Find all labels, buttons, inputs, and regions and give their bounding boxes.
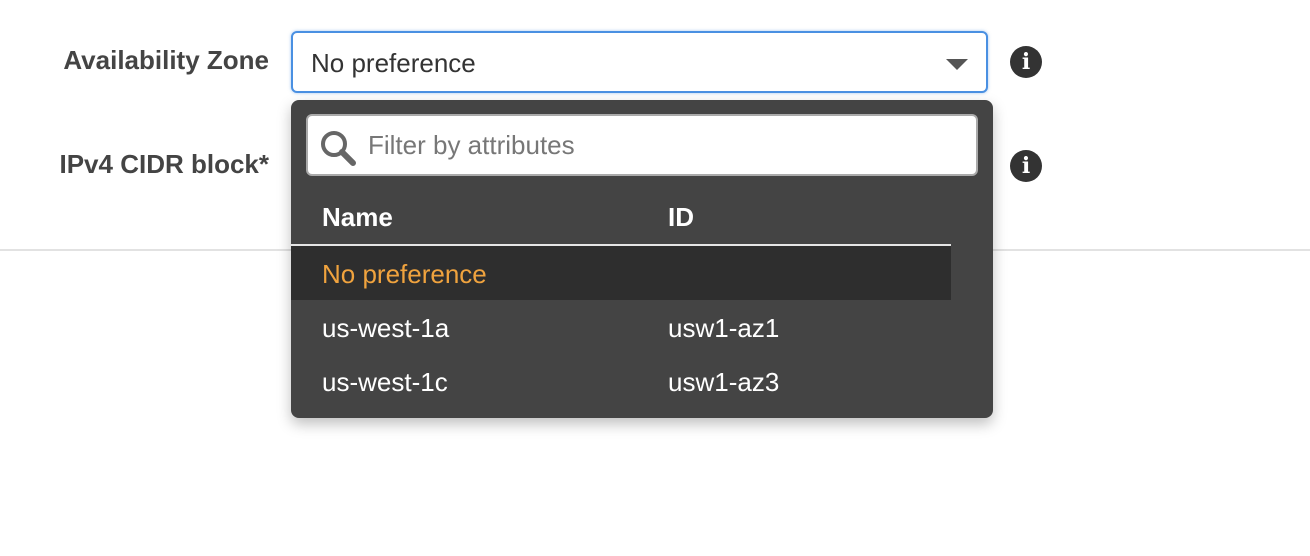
search-icon [321, 131, 356, 166]
filter-input[interactable] [368, 116, 968, 174]
filter-box[interactable] [306, 114, 978, 176]
option-name: us-west-1a [322, 313, 450, 343]
column-header-id: ID [668, 202, 694, 232]
cidr-block-label: IPv4 CIDR block* [59, 149, 269, 179]
availability-zone-selected-value: No preference [311, 48, 476, 78]
options-table: Name ID No preference us-west-1a usw1-az… [291, 190, 951, 408]
availability-zone-dropdown: Name ID No preference us-west-1a usw1-az… [291, 100, 993, 418]
option-id: usw1-az3 [668, 367, 780, 397]
option-no-preference[interactable]: No preference [291, 246, 951, 300]
availability-zone-label: Availability Zone [63, 45, 269, 75]
page: Availability Zone No preference i IPv4 C… [0, 0, 1310, 556]
info-icon[interactable]: i [1010, 150, 1042, 182]
option-id: usw1-az1 [668, 313, 780, 343]
table-header: Name ID [291, 190, 951, 246]
option-us-west-1c[interactable]: us-west-1c usw1-az3 [291, 354, 951, 408]
option-us-west-1a[interactable]: us-west-1a usw1-az1 [291, 300, 951, 354]
availability-zone-select[interactable]: No preference [291, 31, 988, 93]
info-icon[interactable]: i [1010, 46, 1042, 78]
option-name: us-west-1c [322, 367, 448, 397]
caret-down-icon [946, 59, 968, 70]
column-header-name: Name [322, 202, 393, 232]
option-name: No preference [322, 259, 487, 289]
